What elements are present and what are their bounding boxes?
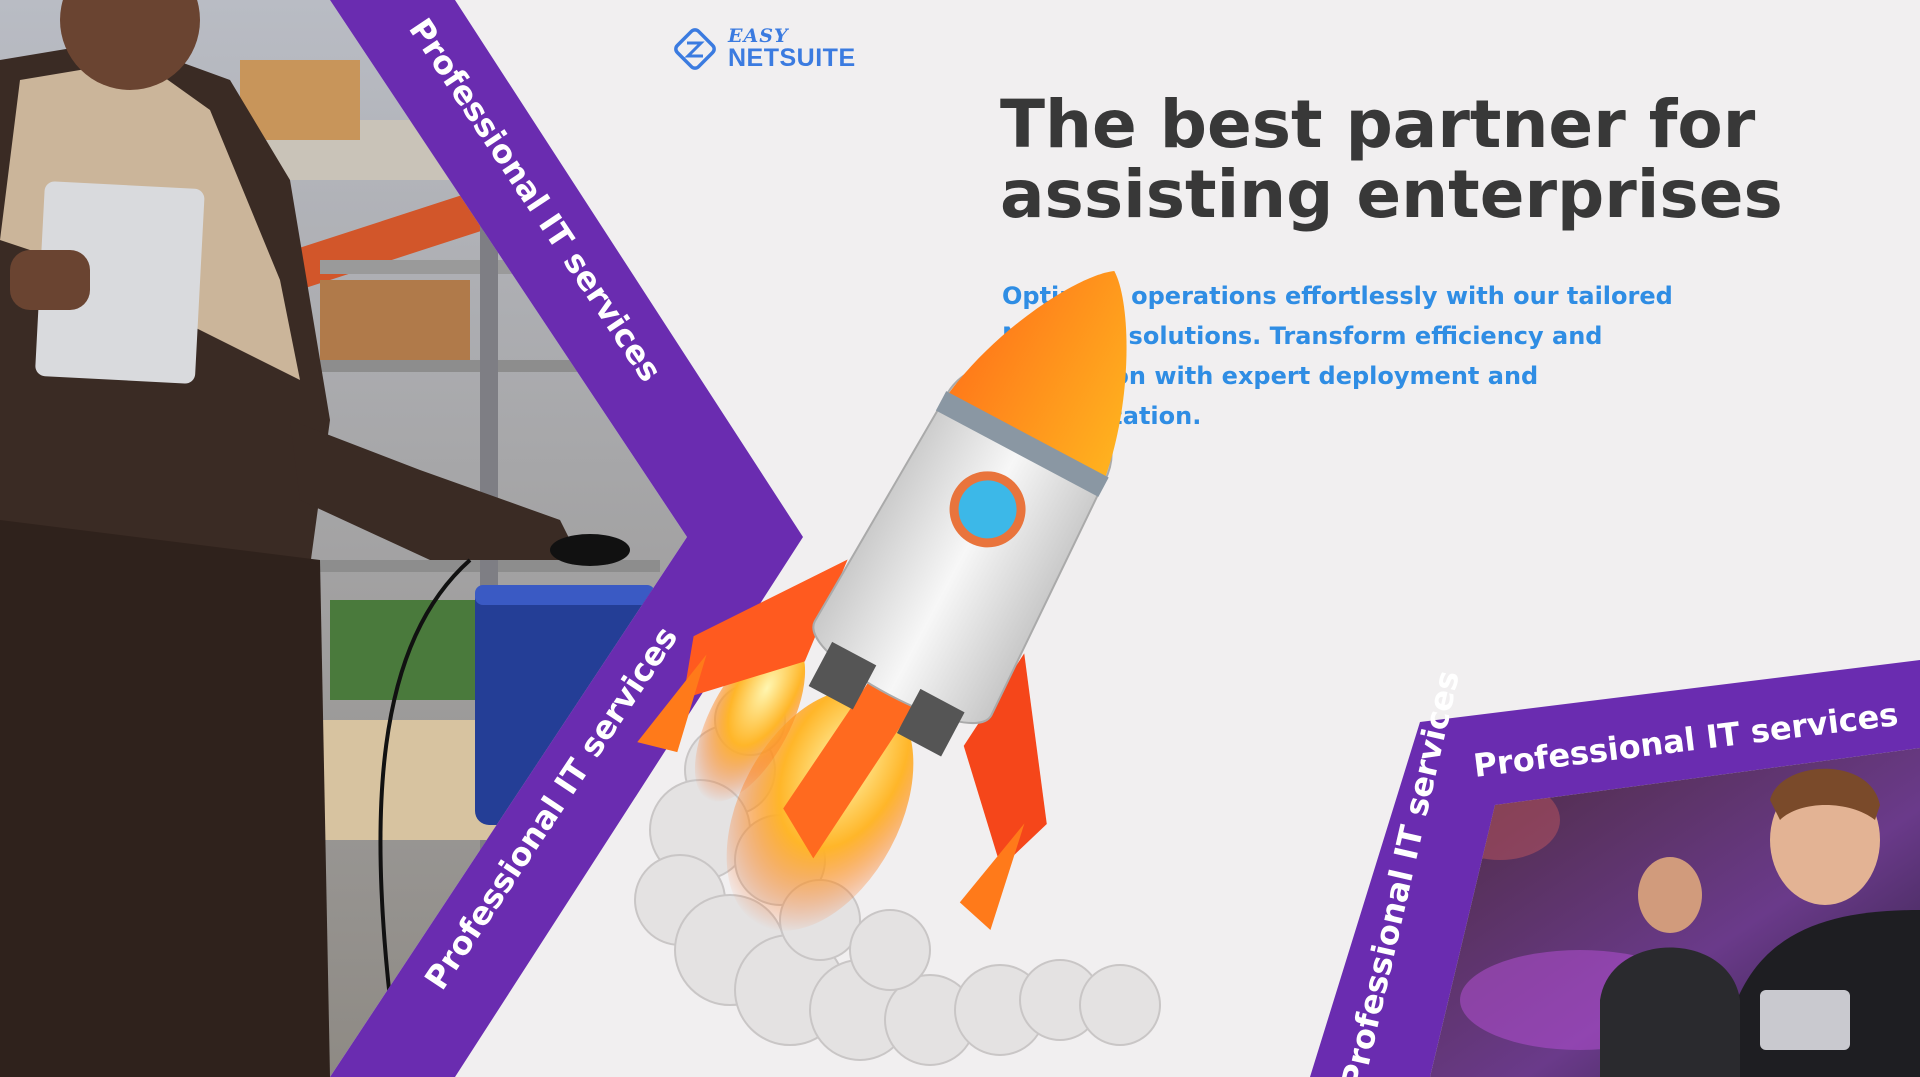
headline-line2: assisting enterprises [1000,156,1783,233]
headline-line1: The best partner for [1000,86,1756,163]
rocket-illustration [634,270,1161,1066]
brand-logo[interactable]: EASY NETSUITE [672,26,856,72]
brand-line2: NETSUITE [728,44,856,72]
logo-mark-icon [674,28,716,70]
page-title: The best partner for assisting enterpris… [1000,90,1840,230]
right-hero-art: Professional IT services Professional IT… [1310,660,1920,1077]
